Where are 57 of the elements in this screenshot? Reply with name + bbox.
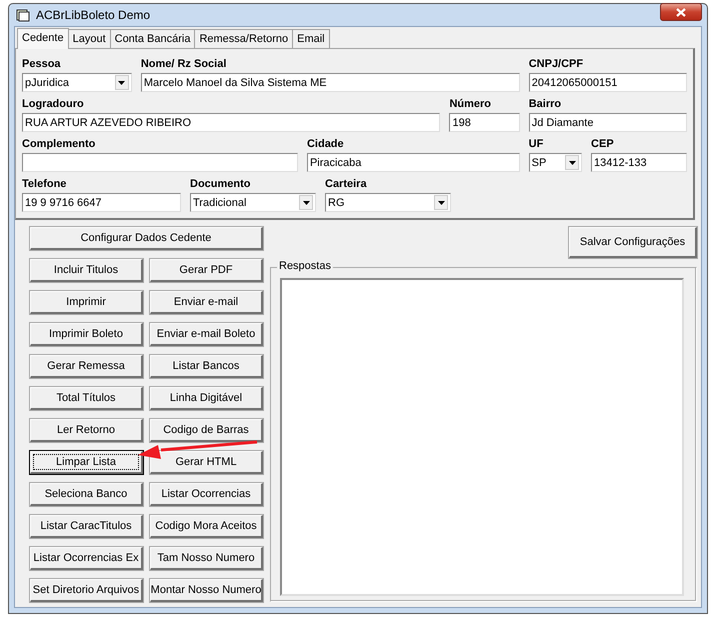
window-app-icon bbox=[16, 8, 30, 22]
field-label: CNPJ/CPF bbox=[528, 57, 584, 72]
action-button[interactable]: Imprimir Boleto bbox=[30, 323, 143, 346]
text-field[interactable]: Marcelo Manoel da Silva Sistema ME bbox=[140, 73, 520, 92]
dropdown-field[interactable]: Tradicional bbox=[190, 193, 316, 212]
dropdown-field[interactable]: pJuridica bbox=[22, 73, 132, 92]
action-button[interactable]: Enviar e-mail Boleto bbox=[150, 323, 263, 346]
action-button[interactable]: Incluir Titulos bbox=[30, 259, 143, 282]
action-button[interactable]: Ler Retorno bbox=[30, 419, 143, 442]
configure-button[interactable]: Configurar Dados Cedente bbox=[30, 227, 263, 250]
field-label: Bairro bbox=[528, 97, 562, 112]
action-button[interactable]: Tam Nosso Numero bbox=[150, 547, 263, 570]
action-button[interactable]: Imprimir bbox=[30, 291, 143, 314]
tab[interactable]: Cedente bbox=[17, 28, 69, 49]
text-field[interactable]: RUA ARTUR AZEVEDO RIBEIRO bbox=[22, 113, 440, 132]
text-field[interactable]: 13412-133 bbox=[591, 153, 687, 172]
text-field[interactable]: 198 bbox=[449, 113, 520, 132]
action-button[interactable]: Codigo Mora Aceitos bbox=[150, 515, 263, 538]
dropdown-field[interactable]: RG bbox=[325, 193, 451, 212]
field-label: Logradouro bbox=[22, 97, 85, 112]
action-button[interactable]: Total Títulos bbox=[30, 387, 143, 410]
action-button[interactable]: Listar CaracTitulos bbox=[30, 515, 143, 538]
field-label: Documento bbox=[190, 177, 252, 192]
field-label: Nome/ Rz Social bbox=[140, 57, 228, 72]
action-button[interactable]: Seleciona Banco bbox=[30, 483, 143, 506]
field-label: Carteira bbox=[325, 177, 368, 192]
text-field[interactable]: Jd Diamante bbox=[528, 113, 687, 132]
window-title: ACBrLibBoleto Demo bbox=[36, 8, 150, 22]
close-button[interactable] bbox=[660, 3, 702, 21]
action-button[interactable]: Set Diretorio Arquivos bbox=[30, 579, 143, 602]
text-field[interactable]: 20412065000151 bbox=[528, 73, 687, 92]
field-label: CEP bbox=[591, 137, 615, 152]
action-button[interactable]: Listar Bancos bbox=[150, 355, 263, 378]
action-button[interactable]: Listar Ocorrencias bbox=[150, 483, 263, 506]
save-settings-button[interactable]: Salvar Configurações bbox=[569, 227, 697, 258]
action-button[interactable]: Limpar Lista bbox=[30, 451, 143, 474]
action-button[interactable]: Gerar Remessa bbox=[30, 355, 143, 378]
field-label: Pessoa bbox=[22, 57, 62, 72]
field-label: UF bbox=[528, 137, 544, 152]
group-label: Respostas bbox=[277, 260, 333, 272]
action-button[interactable]: Codigo de Barras bbox=[150, 419, 263, 442]
action-button[interactable]: Montar Nosso Numero bbox=[150, 579, 263, 602]
tab[interactable]: Email bbox=[292, 29, 330, 48]
action-button[interactable]: Enviar e-mail bbox=[150, 291, 263, 314]
dropdown-field[interactable]: SP bbox=[528, 153, 582, 172]
action-button[interactable]: Gerar PDF bbox=[150, 259, 263, 282]
text-field[interactable] bbox=[22, 153, 298, 172]
action-button[interactable]: Linha Digitável bbox=[150, 387, 263, 410]
action-button[interactable]: Gerar HTML bbox=[150, 451, 263, 474]
action-button[interactable]: Listar Ocorrencias Ex bbox=[30, 547, 143, 570]
text-field[interactable]: Piracicaba bbox=[306, 153, 520, 172]
close-icon[interactable] bbox=[676, 8, 686, 16]
field-label: Cidade bbox=[306, 137, 345, 152]
text-field[interactable]: 19 9 9716 6647 bbox=[22, 193, 181, 212]
field-label: Telefone bbox=[22, 177, 68, 192]
field-label: Número bbox=[449, 97, 492, 112]
field-label: Complemento bbox=[22, 137, 96, 152]
